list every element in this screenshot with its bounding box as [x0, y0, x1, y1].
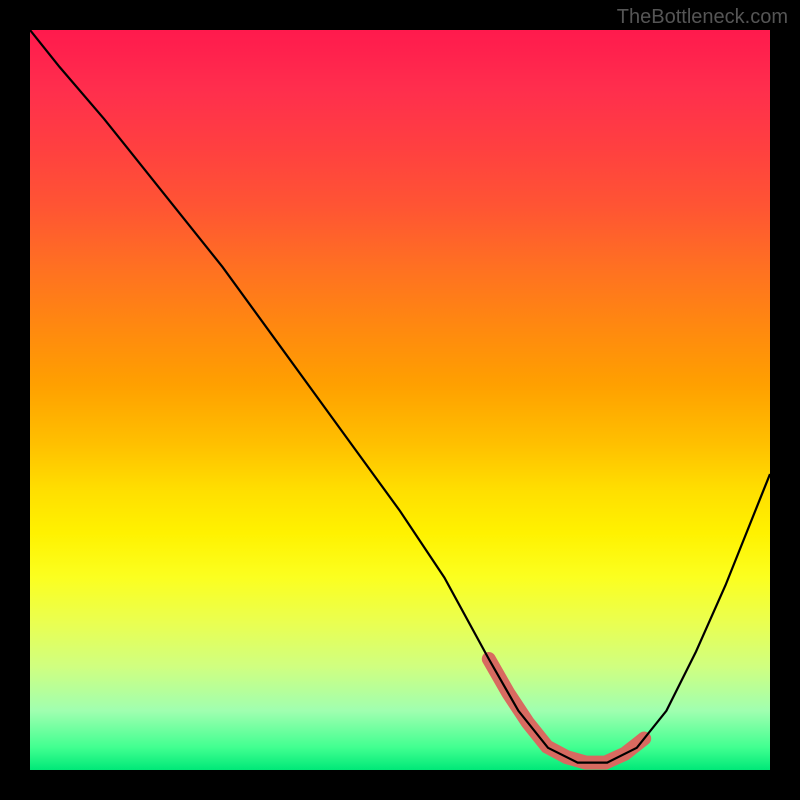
watermark-text: TheBottleneck.com	[617, 6, 788, 29]
chart-main-curve	[30, 30, 770, 763]
chart-plot-area	[30, 30, 770, 770]
chart-curve-layer	[30, 30, 770, 770]
chart-highlight-segment	[489, 659, 644, 763]
